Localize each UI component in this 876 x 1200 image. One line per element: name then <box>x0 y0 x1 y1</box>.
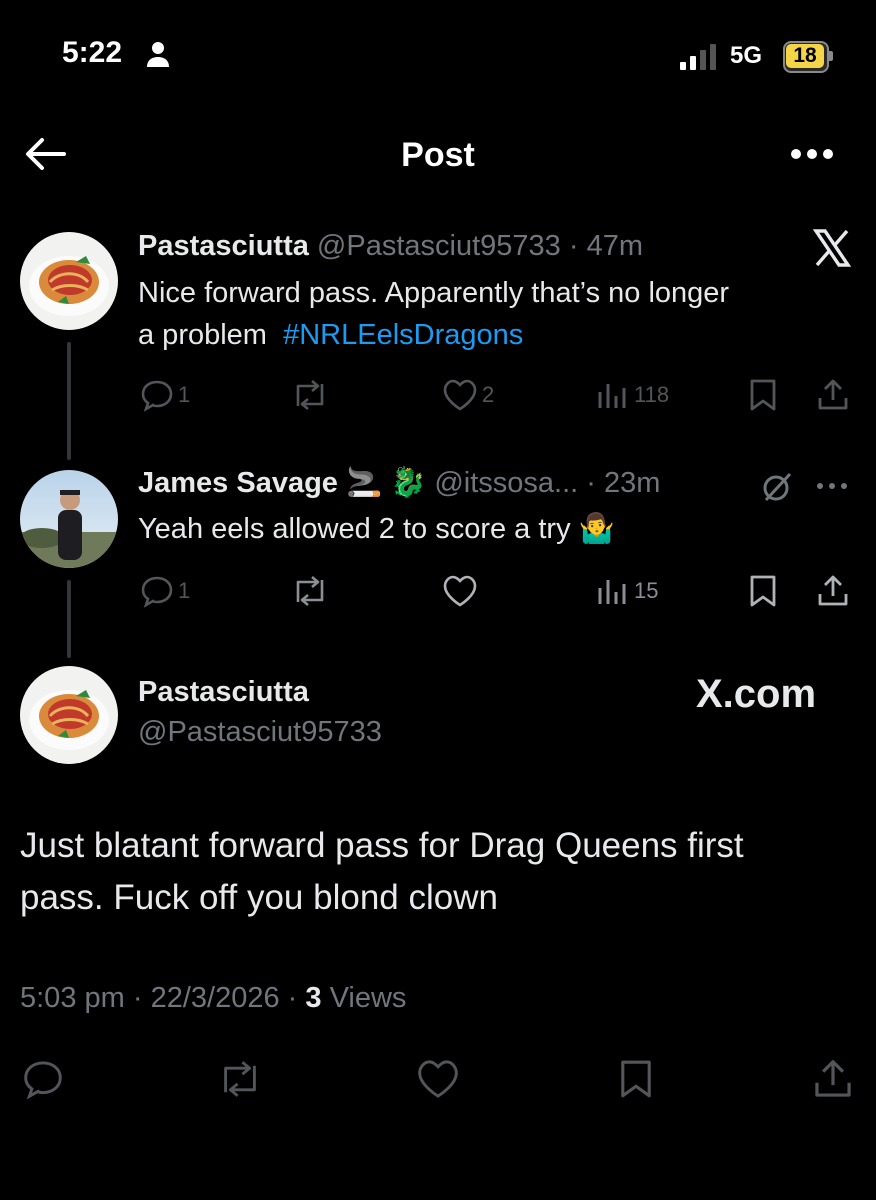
reply-icon <box>22 1058 64 1100</box>
display-name[interactable]: Pastasciutta <box>138 230 309 262</box>
person-icon <box>146 40 170 68</box>
battery-icon: 18 <box>783 41 833 73</box>
heart-icon <box>442 378 478 412</box>
bookmark-icon <box>618 1058 654 1100</box>
heart-icon <box>416 1058 460 1100</box>
reply-icon <box>140 378 174 412</box>
view-count: 118 <box>634 382 670 407</box>
post-meta: 5:03 pm · 22/3/2026 · 3 Views <box>20 982 407 1014</box>
like-button[interactable] <box>416 1058 460 1100</box>
repost-button[interactable] <box>290 574 334 608</box>
x-com-watermark: X.com <box>696 672 817 716</box>
share-button[interactable] <box>812 1058 854 1100</box>
reply-count: 1 <box>178 578 191 603</box>
reply-button[interactable]: 1 <box>140 574 190 608</box>
views-label: Views <box>329 982 407 1014</box>
reply-header: Pastasciutta @Pastasciut95733 · 47m <box>138 230 643 262</box>
display-name[interactable]: Pastasciutta <box>138 676 309 709</box>
thread-line <box>67 580 71 658</box>
signal-icon <box>680 44 720 70</box>
bookmark-icon <box>748 574 778 608</box>
display-name[interactable]: James Savage <box>138 467 338 499</box>
repost-button[interactable] <box>216 1058 264 1100</box>
heart-icon <box>442 574 478 608</box>
bookmark-button[interactable] <box>618 1058 654 1100</box>
repost-icon <box>216 1058 264 1100</box>
like-button[interactable] <box>442 574 482 608</box>
grok-icon[interactable] <box>760 470 794 504</box>
share-button[interactable] <box>816 378 850 412</box>
views-button[interactable]: 15 <box>596 574 658 608</box>
post-time[interactable]: 5:03 pm <box>20 982 125 1014</box>
reply-text: Yeah eels allowed 2 to score a try 🤷‍♂️ <box>138 508 858 550</box>
page-title: Post <box>401 136 475 174</box>
reply-button[interactable]: 1 <box>140 378 190 412</box>
bookmark-button[interactable] <box>748 378 778 412</box>
avatar[interactable] <box>20 232 118 330</box>
bookmark-button[interactable] <box>748 574 778 608</box>
thread-line <box>67 342 71 460</box>
more-horizontal-icon <box>816 482 848 490</box>
view-count: 15 <box>634 578 659 603</box>
hashtag-link[interactable]: #NRLEelsDragons <box>283 319 523 351</box>
reply-text: Nice forward pass. Apparently that’s no … <box>138 272 858 356</box>
reply-more-button[interactable] <box>816 482 848 490</box>
bookmark-icon <box>748 378 778 412</box>
post-text-line: pass. Fuck off you blond clown <box>20 878 498 917</box>
share-icon <box>816 574 850 608</box>
post-date[interactable]: 22/3/2026 <box>151 982 280 1014</box>
views-icon <box>596 378 630 412</box>
reply-text-line: Nice forward pass. Apparently that’s no … <box>138 277 730 309</box>
views-icon <box>596 574 630 608</box>
views-button[interactable]: 118 <box>596 378 669 412</box>
repost-icon <box>290 574 330 608</box>
user-handle[interactable]: @itssosa... <box>434 467 578 499</box>
post-time[interactable]: 23m <box>604 467 660 499</box>
repost-button[interactable] <box>290 378 334 412</box>
user-handle[interactable]: @Pastasciut95733 <box>138 716 382 749</box>
battery-level: 18 <box>793 44 817 67</box>
share-button[interactable] <box>816 574 850 608</box>
reply-text-line: Yeah eels allowed 2 to score a try <box>138 513 571 545</box>
x-logo-icon <box>812 228 852 268</box>
reply-icon <box>140 574 174 608</box>
avatar[interactable] <box>20 470 118 568</box>
share-icon <box>812 1058 854 1100</box>
reply-count: 1 <box>178 382 191 407</box>
repost-icon <box>290 378 330 412</box>
avatar[interactable] <box>20 666 118 764</box>
like-button[interactable]: 2 <box>442 378 494 412</box>
views-count: 3 <box>305 982 322 1014</box>
reply-header: James Savage 🚬 🐉 @itssosa... · 23m <box>138 467 661 499</box>
user-handle[interactable]: @Pastasciut95733 <box>317 230 561 262</box>
post-text: Just blatant forward pass for Drag Queen… <box>20 820 840 924</box>
like-count: 2 <box>482 382 495 407</box>
status-time: 5:22 <box>62 36 123 69</box>
post-time[interactable]: 47m <box>587 230 643 262</box>
name-emoji: 🚬 🐉 <box>346 467 427 499</box>
more-options-button[interactable] <box>790 148 834 160</box>
more-horizontal-icon <box>790 148 834 160</box>
network-type: 5G <box>730 42 763 69</box>
reply-text-line: a problem <box>138 319 267 351</box>
post-text-line: Just blatant forward pass for Drag Queen… <box>20 826 744 865</box>
share-icon <box>816 378 850 412</box>
shrug-emoji: 🤷‍♂️ <box>578 513 615 545</box>
reply-button[interactable] <box>22 1058 64 1100</box>
